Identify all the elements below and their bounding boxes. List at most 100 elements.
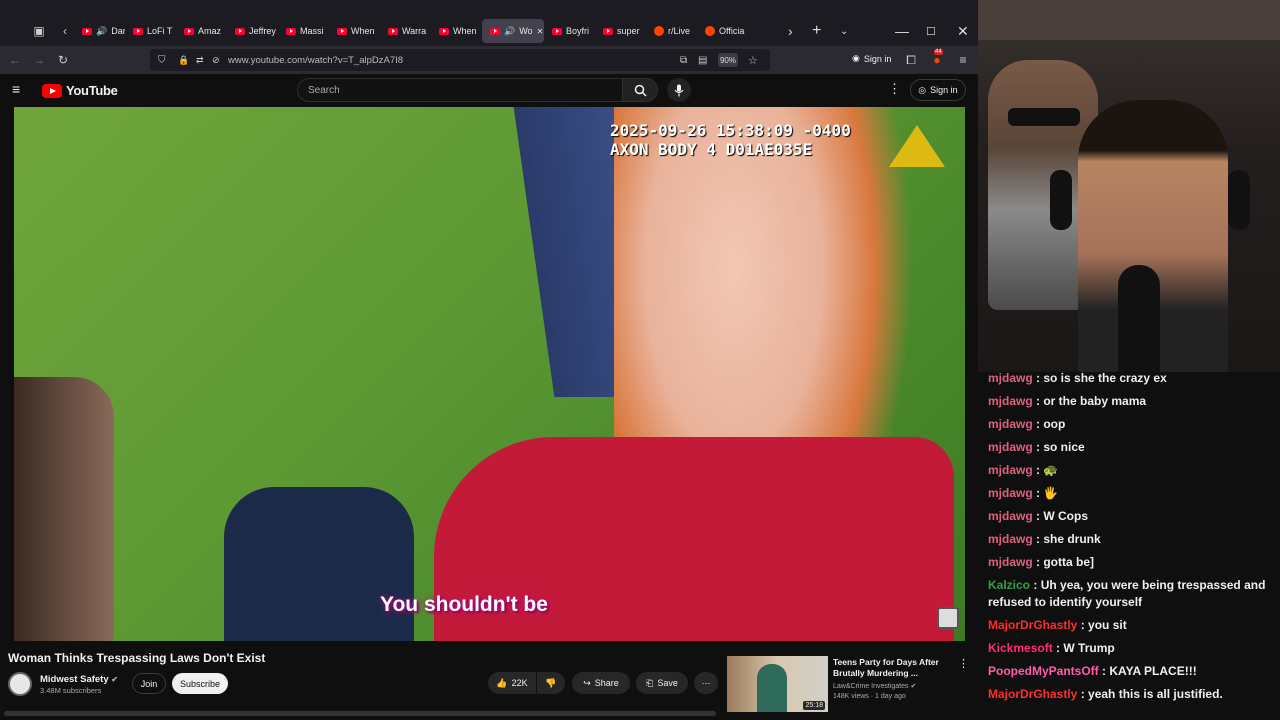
tab-label: r/Live xyxy=(668,26,691,36)
tab-list-icon[interactable]: ▣ xyxy=(28,20,50,42)
youtube-signin-button[interactable]: ◎ Sign in xyxy=(910,79,966,101)
chat-username[interactable]: Kickmesoft xyxy=(988,641,1053,655)
close-tab-icon[interactable]: ✕ xyxy=(537,27,544,36)
like-button[interactable]: 👍 22K xyxy=(488,672,536,694)
chat-username[interactable]: mjdawg xyxy=(988,509,1033,523)
tracking-icon[interactable]: ⊘ xyxy=(212,55,220,66)
browser-tab[interactable]: 🔊 Dark S xyxy=(74,19,125,43)
browser-tab[interactable]: Officia xyxy=(697,19,748,43)
youtube-header: ≡ YouTube Search ⋮ ◎ Sign in xyxy=(0,74,978,107)
recommended-thumbnail[interactable]: 25:18 xyxy=(727,656,828,712)
url-text[interactable]: www.youtube.com/watch?v=T_alpDzA7I8 xyxy=(228,55,403,66)
browser-tab[interactable]: Massi xyxy=(278,19,329,43)
stream-chat: mjdawg : so is she the crazy ex mjdawg : … xyxy=(978,372,1280,720)
chat-username[interactable]: mjdawg xyxy=(988,463,1033,477)
zoom-level[interactable]: 90% xyxy=(718,53,738,67)
reader-view-icon[interactable]: ▤ xyxy=(698,55,707,66)
chat-username[interactable]: Kalzico xyxy=(988,578,1030,592)
browser-tab[interactable]: Warra xyxy=(380,19,431,43)
recommended-more-icon[interactable]: ⋮ xyxy=(958,657,969,670)
chat-username[interactable]: MajorDrGhastly xyxy=(988,687,1077,701)
forward-icon[interactable]: → xyxy=(28,49,50,71)
recommended-channel-text[interactable]: Law&Crime Investigates xyxy=(833,683,908,690)
extensions-icon[interactable]: ⧠ xyxy=(900,49,922,71)
more-horizontal-icon: ⋯ xyxy=(701,677,711,688)
hamburger-menu-icon[interactable]: ≡ xyxy=(12,81,20,97)
chat-separator: : xyxy=(1032,440,1044,454)
browser-tab[interactable]: Boyfri xyxy=(544,19,595,43)
video-player[interactable]: 2025-09-26 15:38:09 -0400 AXON BODY 4 D0… xyxy=(14,107,965,641)
search-button[interactable] xyxy=(622,78,658,102)
verified-icon: ✔ xyxy=(910,683,917,690)
speaker-icon[interactable]: 🔊 xyxy=(96,26,107,37)
youtube-play-icon xyxy=(42,83,62,98)
more-options-icon[interactable]: ⋮ xyxy=(888,81,901,97)
bookmark-star-icon[interactable]: ☆ xyxy=(748,54,758,67)
voice-search-button[interactable] xyxy=(667,78,691,102)
browser-tab[interactable]: When xyxy=(329,19,380,43)
recommended-channel[interactable]: Law&Crime Investigates ✔ xyxy=(833,682,916,690)
browser-tab[interactable]: Jeffrey xyxy=(227,19,278,43)
browser-tab[interactable]: LoFi T xyxy=(125,19,176,43)
more-actions-button[interactable]: ⋯ xyxy=(694,672,718,694)
recommended-title[interactable]: Teens Party for Days After Brutally Murd… xyxy=(833,657,953,679)
chat-username[interactable]: mjdawg xyxy=(988,532,1033,546)
tab-scroll-left-icon[interactable]: ‹ xyxy=(54,20,76,42)
channel-avatar[interactable] xyxy=(8,672,32,696)
chat-separator: : xyxy=(1032,555,1044,569)
maximize-icon[interactable]: ☐ xyxy=(926,16,936,46)
chat-username[interactable]: mjdawg xyxy=(988,394,1033,408)
browser-tab[interactable]: Amaz xyxy=(176,19,227,43)
close-window-icon[interactable]: ✕ xyxy=(957,16,969,46)
chevron-down-icon[interactable]: ⌄ xyxy=(840,16,848,46)
chat-separator: : xyxy=(1032,417,1044,431)
join-button[interactable]: Join xyxy=(132,673,166,694)
new-tab-icon[interactable]: + xyxy=(812,16,821,46)
chat-text: W Trump xyxy=(1063,641,1115,655)
reddit-favicon-icon xyxy=(705,26,715,36)
lock-icon[interactable]: 🔒 xyxy=(178,55,189,66)
tab-scroll-right-icon[interactable]: › xyxy=(788,16,793,46)
browser-tab[interactable]: super xyxy=(595,19,646,43)
picture-in-picture-icon[interactable]: ⧉ xyxy=(680,55,687,66)
permissions-icon[interactable]: ⇄ xyxy=(196,55,204,66)
chat-text: gotta be] xyxy=(1043,555,1095,569)
youtube-favicon-icon xyxy=(552,27,562,35)
dislike-button[interactable]: 👎 xyxy=(537,672,565,694)
channel-name[interactable]: Midwest Safety ✔ xyxy=(40,674,118,685)
browser-tab[interactable]: 🔊 Wo ✕ xyxy=(482,19,544,43)
chat-username[interactable]: PoopedMyPantsOff xyxy=(988,664,1099,678)
share-button[interactable]: ↪ Share xyxy=(572,672,630,694)
back-icon[interactable]: ← xyxy=(4,49,26,71)
browser-account-button[interactable]: ◉ Sign in xyxy=(852,53,891,64)
tab-label: super xyxy=(617,26,640,36)
menu-icon[interactable]: ≡ xyxy=(952,49,974,71)
browser-tab[interactable]: When xyxy=(431,19,482,43)
youtube-logo[interactable]: YouTube xyxy=(42,83,118,98)
chat-username[interactable]: mjdawg xyxy=(988,555,1033,569)
reload-icon[interactable]: ↻ xyxy=(52,49,74,71)
channel-name-text[interactable]: Midwest Safety xyxy=(40,674,109,685)
horizontal-scrollbar[interactable] xyxy=(4,711,716,716)
speaker-icon[interactable]: 🔊 xyxy=(504,26,515,37)
youtube-favicon-icon xyxy=(235,27,245,35)
chat-username[interactable]: mjdawg xyxy=(988,486,1033,500)
minimize-icon[interactable]: — xyxy=(895,16,909,46)
bookmark-icon: ⎗ xyxy=(646,677,654,688)
chat-username[interactable]: mjdawg xyxy=(988,417,1033,431)
address-bar[interactable]: ⛉ 🔒 ⇄ ⊘ www.youtube.com/watch?v=T_alpDzA… xyxy=(150,49,770,71)
headphone-left xyxy=(1050,170,1072,230)
account-icon: ◉ xyxy=(852,53,860,63)
save-button[interactable]: ⎗ Save xyxy=(636,672,688,694)
shield-icon[interactable]: ⛉ xyxy=(158,55,166,66)
subscribe-button[interactable]: Subscribe xyxy=(172,673,228,694)
search-input[interactable]: Search xyxy=(297,78,623,102)
microphone-icon xyxy=(674,84,684,96)
chat-separator: : xyxy=(1032,532,1044,546)
chat-username[interactable]: MajorDrGhastly xyxy=(988,618,1077,632)
browser-tab[interactable]: r/Live xyxy=(646,19,697,43)
chat-username[interactable]: mjdawg xyxy=(988,440,1033,454)
chat-username[interactable]: mjdawg xyxy=(988,372,1033,385)
search-placeholder: Search xyxy=(308,84,340,96)
webcam-background-wall xyxy=(978,0,1280,40)
